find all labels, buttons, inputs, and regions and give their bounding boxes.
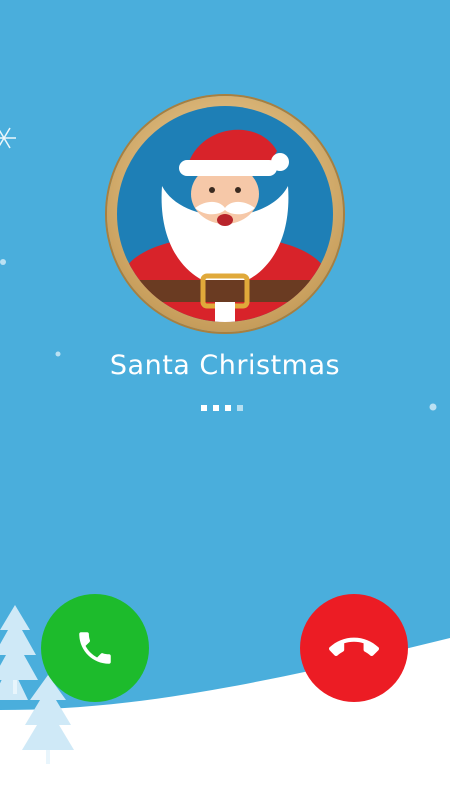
snowflake-icon [0, 259, 6, 265]
calling-dot [237, 405, 243, 411]
decline-call-button[interactable] [300, 594, 408, 702]
phone-icon [79, 632, 111, 664]
accept-call-button[interactable] [41, 594, 149, 702]
phone-hangup-icon [329, 637, 379, 657]
calling-dot [225, 405, 231, 411]
snowflake-icon [429, 403, 437, 411]
caller-avatar-frame [107, 96, 343, 332]
snowflake-icon [0, 127, 16, 149]
calling-dot [201, 405, 207, 411]
caller-avatar [117, 106, 333, 322]
calling-dot [213, 405, 219, 411]
caller-name: Santa Christmas [109, 350, 341, 381]
santa-illustration [127, 129, 323, 322]
